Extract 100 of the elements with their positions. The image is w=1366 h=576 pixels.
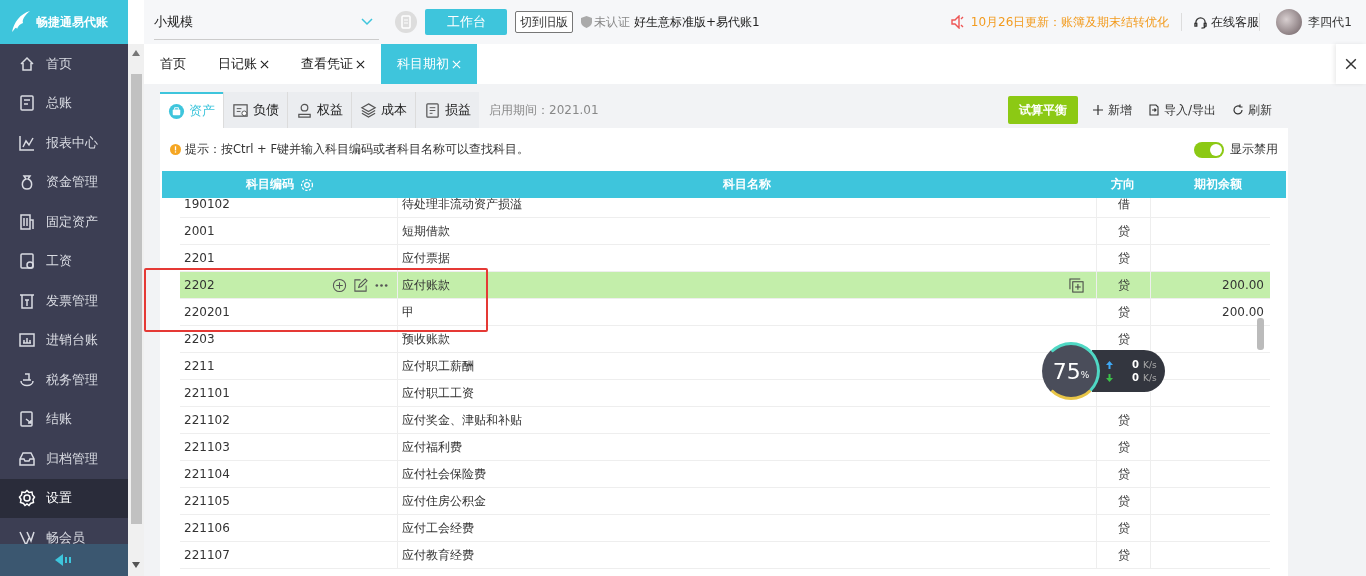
old-version-button[interactable]: 切到旧版	[515, 11, 573, 33]
collapse-icon[interactable]	[55, 554, 73, 566]
account-code: 2211	[184, 359, 215, 373]
close-icon[interactable]	[260, 59, 269, 69]
account-name: 应付职工工资	[402, 384, 474, 402]
table-row[interactable]: 221107 应付教育经费 贷	[180, 542, 1270, 569]
table-row[interactable]: 221104 应付社会保险费 贷	[180, 461, 1270, 488]
column-header: 方向	[1111, 176, 1135, 193]
account-name: 短期借款	[402, 222, 450, 240]
company-select[interactable]: 小规模	[154, 4, 379, 40]
account-code: 220201	[184, 305, 230, 319]
user-name[interactable]: 李四代1	[1308, 13, 1352, 31]
table-row[interactable]: 190102 待处理非流动资产损溢 借	[180, 198, 1270, 218]
direction-cell: 贷	[1117, 303, 1130, 321]
sidebar-item[interactable]: 税务管理	[0, 360, 128, 400]
settings-icon[interactable]	[299, 177, 314, 192]
table-row[interactable]: 221105 应付住房公积金 贷	[180, 488, 1270, 515]
category-tab[interactable]: 负债	[223, 92, 287, 128]
direction-cell: 贷	[1117, 465, 1130, 483]
warning-icon	[170, 144, 181, 155]
download-speed: 0	[1131, 372, 1139, 383]
direction-cell: 借	[1117, 198, 1130, 213]
sidebar-item[interactable]: 归档管理	[0, 439, 128, 479]
tray-icon	[18, 449, 36, 468]
stamp-icon	[296, 101, 313, 119]
direction-cell: 贷	[1117, 546, 1130, 564]
shield-icon	[581, 16, 592, 28]
account-code: 2202	[184, 278, 215, 292]
account-name: 待处理非流动资产损溢	[402, 198, 522, 213]
refresh-icon	[1232, 104, 1244, 116]
table-row[interactable]: 221106 应付工会经费 贷	[180, 515, 1270, 542]
briefcase-icon	[168, 102, 185, 120]
account-name: 应付教育经费	[402, 546, 474, 564]
scrollbar-thumb[interactable]	[130, 74, 142, 524]
sidebar-item-label: 结账	[46, 410, 72, 429]
clipboard-icon[interactable]	[395, 11, 417, 33]
sidebar-item[interactable]: 结账	[0, 399, 128, 439]
toggle-switch[interactable]	[1194, 141, 1224, 158]
sidebar-item[interactable]: 资金管理	[0, 162, 128, 202]
close-icon[interactable]	[356, 59, 365, 69]
page-tab[interactable]: 查看凭证	[285, 44, 381, 84]
building-icon	[18, 212, 36, 231]
page-tab[interactable]: 日记账	[202, 44, 285, 84]
account-code: 2201	[184, 251, 215, 265]
column-header: 科目编码	[245, 176, 294, 193]
sidebar-item[interactable]: 进销台账	[0, 320, 128, 360]
table-row[interactable]: 220201 甲 贷 200.00	[180, 299, 1270, 326]
edit-icon[interactable]	[353, 277, 368, 293]
percent-unit: %	[1080, 370, 1090, 380]
table-row[interactable]: 2001 短期借款 贷	[180, 218, 1270, 245]
account-code: 190102	[184, 198, 230, 211]
account-code: 221104	[184, 467, 230, 481]
sidebar-item[interactable]: 报表中心	[0, 123, 128, 163]
copy-add-icon[interactable]	[1069, 277, 1084, 293]
account-code: 221101	[184, 386, 230, 400]
account-name: 应付住房公积金	[402, 492, 486, 510]
refresh-button[interactable]: 刷新	[1232, 101, 1272, 119]
settings-icon	[18, 489, 36, 508]
table-row[interactable]: 221102 应付奖金、津贴和补贴 贷	[180, 407, 1270, 434]
online-support-button[interactable]: 在线客服	[1194, 13, 1260, 31]
table-row[interactable]: 221103 应付福利费 贷	[180, 434, 1270, 461]
account-code: 221102	[184, 413, 230, 427]
sidebar-item[interactable]: 固定资产	[0, 202, 128, 242]
sidebar-item-label: 畅会员	[46, 528, 85, 544]
direction-cell: 贷	[1117, 330, 1130, 348]
speed-unit: K/s	[1143, 359, 1157, 370]
document-icon	[424, 101, 441, 119]
sidebar-item-label: 首页	[46, 54, 72, 73]
account-code: 221107	[184, 548, 230, 562]
tax-icon	[18, 370, 36, 389]
download-arrow-icon	[1106, 373, 1113, 382]
plus-icon	[1091, 104, 1104, 116]
sidebar-item-label: 归档管理	[46, 449, 98, 468]
add-button[interactable]: 新增	[1091, 101, 1132, 119]
column-header: 科目名称	[722, 176, 771, 193]
close-button[interactable]	[1336, 44, 1366, 84]
sidebar-item[interactable]: 工资	[0, 241, 128, 281]
scrollbar-thumb[interactable]	[1257, 318, 1264, 350]
category-tab[interactable]: 权益	[287, 92, 351, 128]
category-tab[interactable]: 成本	[351, 92, 415, 128]
export-icon	[1147, 104, 1160, 116]
sidebar-item[interactable]: 发票管理	[0, 281, 128, 321]
add-circle-icon[interactable]	[332, 277, 347, 293]
account-code: 2001	[184, 224, 215, 238]
direction-cell: 贷	[1117, 276, 1130, 294]
sidebar-item[interactable]: 畅会员	[0, 518, 128, 544]
scroll-down-icon[interactable]	[132, 562, 140, 568]
sidebar-item-label: 总账	[46, 94, 72, 113]
sidebar-item[interactable]: 首页	[0, 44, 128, 84]
sidebar-item[interactable]: 总账	[0, 83, 128, 123]
layers-icon	[360, 101, 377, 119]
scroll-up-icon[interactable]	[132, 50, 140, 56]
category-tab[interactable]: 损益	[415, 92, 479, 128]
import-export-button[interactable]: 导入/导出	[1147, 101, 1216, 119]
sidebar-item[interactable]: 设置	[0, 478, 128, 518]
direction-cell: 贷	[1117, 411, 1130, 429]
page-tab[interactable]: 首页	[144, 44, 202, 84]
table-row[interactable]: 2202 应付账款 贷 200.00	[180, 272, 1270, 299]
user-avatar[interactable]	[1276, 9, 1303, 35]
account-name: 预收账款	[402, 330, 450, 348]
